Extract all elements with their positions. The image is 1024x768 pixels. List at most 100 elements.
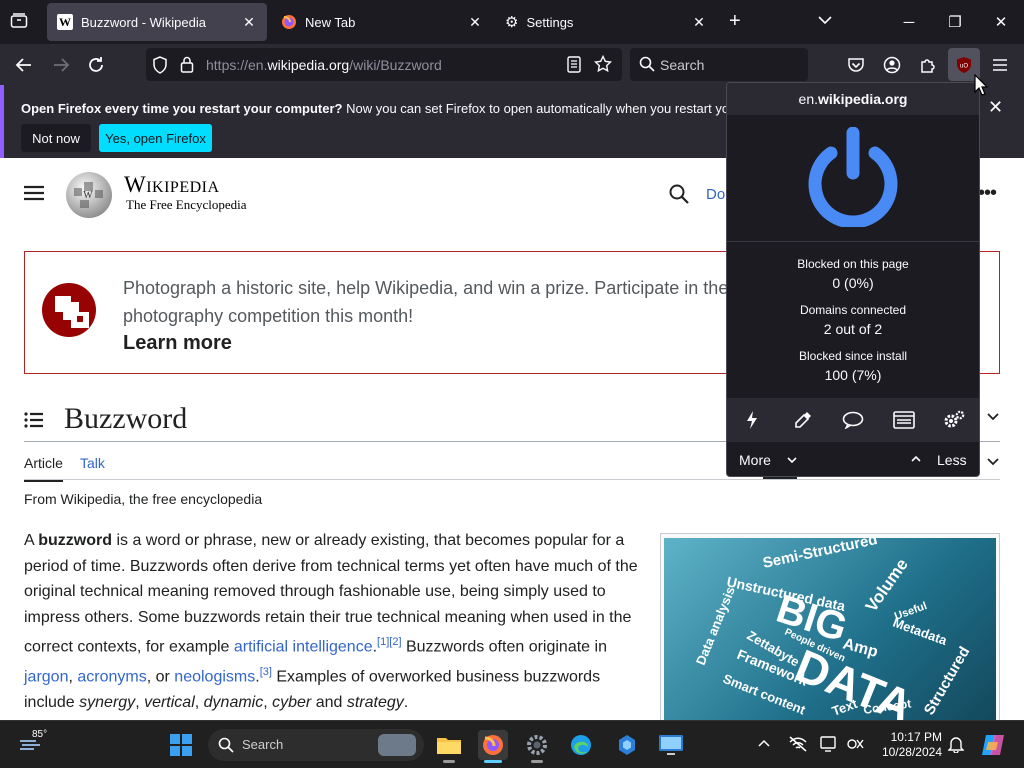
wikipedia-tagline: The Free Encyclopedia: [126, 197, 247, 212]
edge-icon[interactable]: [566, 730, 596, 760]
reader-view-icon[interactable]: [567, 56, 581, 73]
tab-article[interactable]: Article: [24, 455, 63, 482]
citation-3[interactable]: [3]: [260, 666, 272, 678]
chevron-down-icon[interactable]: [787, 456, 797, 464]
settings-gears-icon[interactable]: [939, 406, 969, 434]
word-structured: Structured: [921, 644, 974, 718]
forward-button[interactable]: [46, 50, 76, 80]
table-of-contents-icon[interactable]: [24, 411, 44, 429]
link-neologisms[interactable]: neologisms: [174, 669, 255, 686]
url-path: /wiki/Buzzword: [349, 57, 442, 73]
tab-settings[interactable]: ⚙ Settings ✕: [495, 3, 717, 41]
back-button[interactable]: [9, 50, 39, 80]
minimize-button[interactable]: ─: [886, 0, 932, 44]
link-artificial-intelligence[interactable]: artificial intelligence: [234, 639, 373, 656]
reload-button[interactable]: [81, 50, 111, 80]
stat-value: 2 out of 2: [823, 321, 883, 337]
languages-chevron-icon[interactable]: [986, 412, 1000, 422]
weather-temp[interactable]: 85°: [32, 729, 47, 740]
chat-bubble-icon[interactable]: [838, 406, 868, 434]
account-icon[interactable]: [877, 50, 907, 80]
header-link[interactable]: Do: [706, 186, 725, 203]
windows-start-icon[interactable]: [166, 730, 196, 760]
close-notification-icon[interactable]: ✕: [988, 97, 1003, 118]
tab-label: Settings: [526, 14, 574, 30]
extensions-puzzle-icon[interactable]: [913, 50, 943, 80]
tab-label: New Tab: [305, 14, 356, 30]
more-label: More: [739, 452, 771, 468]
banner-text-line2: photography competition this month!: [123, 306, 414, 326]
eyedropper-icon[interactable]: [788, 406, 818, 434]
big-data-image[interactable]: Semi-Structured Unstructured data Volume…: [664, 538, 996, 720]
link-jargon[interactable]: jargon: [24, 669, 68, 686]
show-hidden-icons-chevron[interactable]: [758, 739, 770, 747]
more-button[interactable]: More: [739, 452, 771, 468]
main-menu-icon[interactable]: [24, 185, 44, 201]
power-button-icon[interactable]: [807, 127, 899, 227]
search-icon: [218, 737, 234, 753]
restore-button[interactable]: ❐: [932, 0, 978, 44]
close-tab-icon[interactable]: ✕: [467, 14, 483, 30]
url-prefix: https://en.: [206, 57, 268, 73]
yes-open-firefox-button[interactable]: Yes, open Firefox: [99, 124, 212, 152]
close-tab-icon[interactable]: ✕: [241, 14, 257, 30]
lightning-icon[interactable]: [737, 406, 767, 434]
notification-bell-icon[interactable]: [948, 735, 964, 753]
list-all-tabs-icon[interactable]: [817, 14, 833, 26]
app-menu-icon[interactable]: [985, 50, 1015, 80]
pocket-icon[interactable]: [841, 50, 871, 80]
more-options-icon[interactable]: •••: [978, 182, 997, 205]
para-text: is a word or phrase, new or already exis…: [24, 532, 638, 656]
file-explorer-icon[interactable]: [434, 730, 464, 763]
wikipedia-wordmark[interactable]: Wikipedia: [124, 172, 220, 198]
firefox-icon: [281, 14, 297, 30]
article-paragraph: A buzzword is a word or phrase, new or a…: [24, 532, 638, 712]
bookmark-star-icon[interactable]: [594, 55, 612, 73]
taskbar-search-box[interactable]: Search: [208, 729, 424, 761]
tab-talk[interactable]: Talk: [80, 455, 105, 471]
battery-icon[interactable]: [846, 736, 864, 752]
citation-1[interactable]: [1]: [377, 636, 389, 648]
mouse-cursor-icon: [974, 74, 988, 96]
ublock-popup: en. wikipedia.org Blocked on this page 0 (…: [726, 82, 980, 477]
url-bar[interactable]: https://en.wikipedia.org/wiki/Buzzword: [146, 48, 622, 81]
tab-new-tab[interactable]: New Tab ✕: [271, 3, 493, 41]
network-icon[interactable]: [788, 735, 808, 753]
search-placeholder: Search: [660, 57, 705, 73]
app-taskbar-icon[interactable]: [612, 730, 642, 760]
display-icon[interactable]: [820, 735, 840, 753]
link-acronyms[interactable]: acronyms: [77, 669, 146, 686]
less-button[interactable]: Less: [937, 452, 967, 468]
chevron-up-icon[interactable]: [911, 455, 921, 463]
wikipedia-globe-logo[interactable]: W: [64, 170, 114, 220]
tab-buzzword[interactable]: W Buzzword - Wikipedia ✕: [47, 3, 267, 41]
new-tab-button[interactable]: +: [729, 11, 741, 31]
taskbar-search-label: Search: [242, 737, 284, 752]
not-now-button[interactable]: Not now: [21, 124, 91, 152]
para-italic: cyber: [272, 694, 312, 712]
less-label: Less: [937, 452, 967, 468]
close-tab-icon[interactable]: ✕: [691, 14, 707, 30]
remote-desktop-icon[interactable]: [656, 730, 686, 760]
search-icon[interactable]: [669, 184, 689, 204]
firefox-taskbar-icon[interactable]: [478, 730, 508, 763]
system-clock[interactable]: 10:17 PM 10/28/2024: [872, 730, 942, 760]
search-bar[interactable]: Search: [630, 48, 808, 81]
stat-value: 0 (0%): [832, 275, 874, 291]
tracking-protection-icon[interactable]: [152, 56, 168, 74]
tools-chevron-icon[interactable]: [986, 457, 1000, 467]
stat-label: Domains connected: [799, 303, 907, 317]
tab-overview-icon[interactable]: [10, 13, 28, 29]
url-text[interactable]: https://en.wikipedia.org/wiki/Buzzword: [206, 57, 442, 73]
learn-more-link[interactable]: Learn more: [123, 332, 232, 355]
close-window-button[interactable]: ✕: [978, 0, 1024, 44]
url-domain: wikipedia.org: [267, 57, 350, 73]
blocked-since-install-stat: Blocked since install 100 (7%): [727, 349, 979, 383]
copilot-icon[interactable]: [980, 732, 1006, 758]
site-subtitle: From Wikipedia, the free encyclopedia: [24, 491, 263, 507]
para-text: and: [311, 694, 347, 712]
citation-2[interactable]: [2]: [389, 636, 401, 648]
logger-list-icon[interactable]: [889, 406, 919, 434]
settings-taskbar-icon[interactable]: [522, 730, 552, 763]
lock-icon[interactable]: [180, 56, 194, 73]
